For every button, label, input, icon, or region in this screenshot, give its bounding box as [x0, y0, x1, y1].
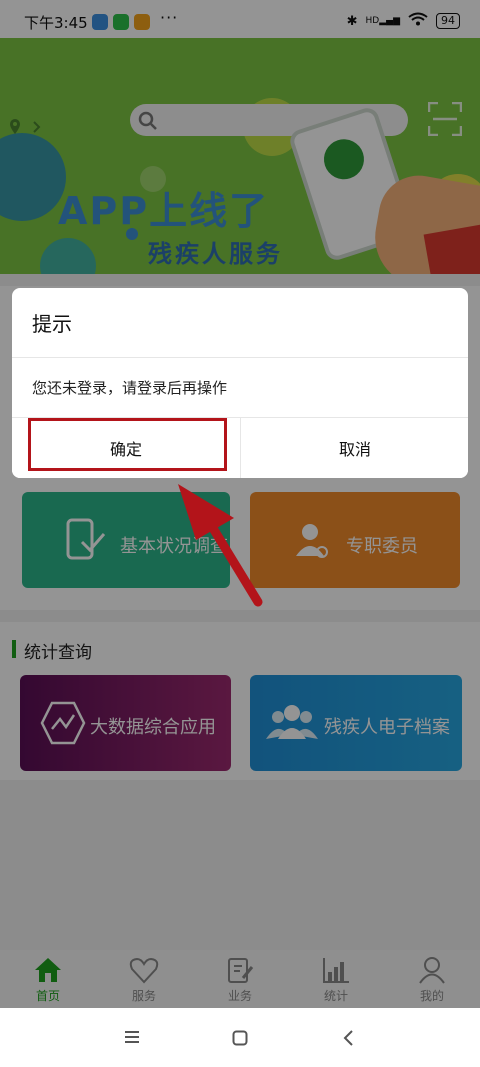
menu-icon[interactable] — [124, 1030, 140, 1044]
cancel-button[interactable]: 取消 — [241, 418, 468, 478]
dialog-message: 您还未登录，请登录后再操作 — [32, 379, 228, 397]
system-nav-bar — [0, 1008, 480, 1067]
red-arrow-icon — [178, 484, 263, 607]
back-icon[interactable] — [342, 1029, 354, 1047]
divider — [12, 357, 468, 358]
dialog-title: 提示 — [32, 312, 72, 336]
home-square-icon[interactable] — [232, 1030, 248, 1046]
highlight-box — [28, 418, 227, 471]
